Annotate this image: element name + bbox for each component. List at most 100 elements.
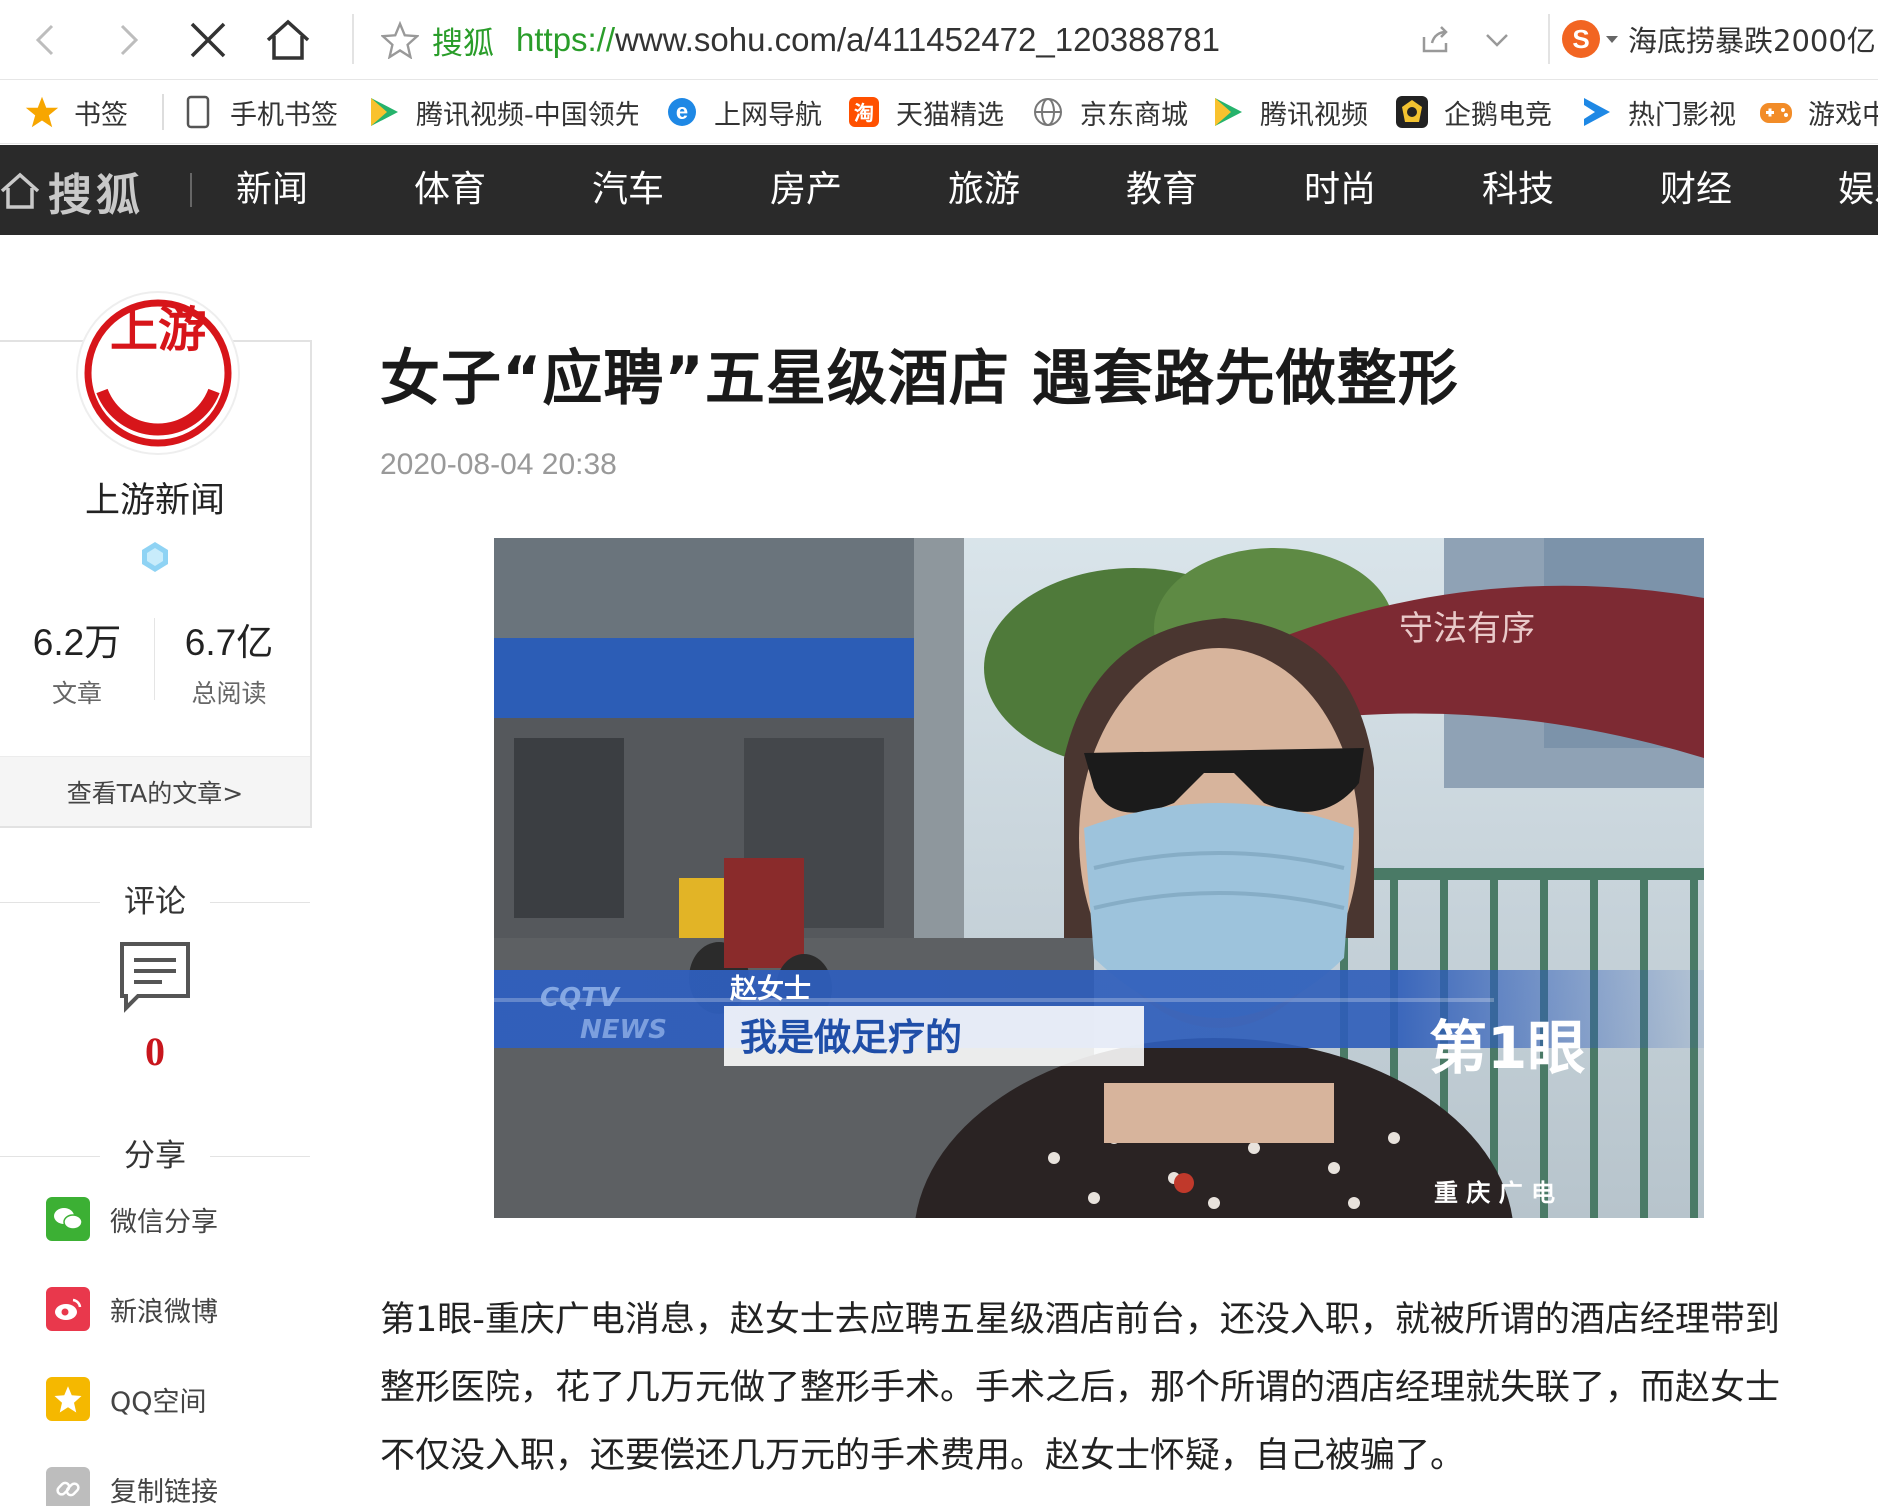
sohu-home-icon [0,172,40,209]
reads-count: 6.7亿 [184,622,274,663]
taobao-icon: 淘 [846,94,882,130]
chevron-down-icon[interactable] [1482,25,1512,55]
comment-icon[interactable] [118,940,192,1014]
divider [162,94,164,130]
bookmark-item[interactable]: 游戏中 [1758,90,1878,134]
news-tag-cqtv: CQTV [540,983,621,1013]
site-nav: 搜狐 新闻 体育 汽车 房产 旅游 教育 时尚 科技 财经 娱乐 [0,145,1878,235]
search-box[interactable]: S 海底捞暴跌2000亿 [1562,16,1876,62]
bookmark-label: 热门影视 [1628,99,1736,131]
bookmark-label: 腾讯视频-中国领先 [416,99,638,131]
share-title: 分享 [124,1138,186,1174]
bookmark-item[interactable]: 书签 [24,90,128,134]
ie-icon: e [664,94,700,130]
nav-item-education[interactable]: 教育 [1126,165,1198,215]
home-button[interactable] [256,8,320,72]
nav-item-travel[interactable]: 旅游 [948,165,1020,215]
bookmark-item[interactable]: 京东商城 [1030,90,1188,134]
share-heading: 分享 [0,1136,310,1176]
nav-item-sports[interactable]: 体育 [414,165,486,215]
nav-item-tech[interactable]: 科技 [1482,165,1554,215]
author-name[interactable]: 上游新闻 [0,472,310,523]
bookmark-item[interactable]: 手机书签 [180,90,338,134]
avatar[interactable]: 上游 [78,293,238,453]
phone-icon [180,94,216,130]
comments-heading: 评论 [0,882,310,922]
bookmark-item[interactable]: 腾讯视频 [1210,90,1368,134]
back-arrow-icon [35,24,54,56]
article-paragraph-line: 整形医院，花了几万元做了整形手术。手术之后，那个所谓的酒店经理就失联了，而赵女士 [380,1368,1781,1408]
article-title: 女子“应聘”五星级酒店 遇套路先做整形 [380,344,1459,414]
search-hot-text[interactable]: 海底捞暴跌2000亿 [1628,18,1876,60]
stop-button[interactable] [176,8,240,72]
reads-label: 总阅读 [191,679,267,708]
bookmark-label: 上网导航 [714,99,822,131]
umbrella-text: 守法有序 [1399,609,1535,649]
url-text[interactable]: https://www.sohu.com/a/411452472_1203887… [516,21,1220,59]
wechat-icon [46,1197,90,1241]
star-icon [24,94,60,130]
gamepad-icon [1758,94,1794,130]
articles-count: 6.2万 [32,622,122,663]
view-articles-link[interactable]: 查看TA的文章> [0,756,310,826]
bookmark-item[interactable]: 淘 天猫精选 [846,90,1004,134]
article-image: 守法有序 CQTV NEWS 赵女士 我是做足疗的 第1眼 重 庆 广 电 [494,538,1704,1218]
nav-item-news[interactable]: 新闻 [236,165,308,215]
forward-arrow-icon [120,24,139,56]
share-wechat[interactable]: 微信分享 [46,1196,218,1242]
close-icon [190,22,226,58]
bookmark-label: 京东商城 [1080,99,1188,131]
nav-item-finance[interactable]: 财经 [1660,165,1732,215]
stat-reads: 6.7亿 总阅读 [154,612,304,710]
bookmarks-bar: 书签 手机书签 腾讯视频-中国领先 e 上网导航 淘 天猫精选 京东商城 腾讯视… [0,80,1878,144]
sogou-icon[interactable]: S [1562,20,1600,58]
forward-button[interactable] [96,8,160,72]
bookmark-item[interactable]: 热门影视 [1578,90,1736,134]
qzone-star-icon [46,1377,90,1421]
avatar-logo-text: 上游 [109,302,206,358]
weibo-icon [46,1287,90,1331]
caret-down-icon[interactable] [1606,35,1618,43]
svg-text:e: e [676,99,688,124]
article-paragraph-line: 不仅没入职，还要偿还几万元的手术费用。赵女士怀疑，自己被骗了。 [380,1436,1466,1476]
nav-item-entertainment[interactable]: 娱乐 [1838,165,1878,215]
caption-name: 赵女士 [729,973,811,1005]
bookmark-label: 游戏中 [1808,99,1878,131]
article-date: 2020-08-04 20:38 [380,448,617,481]
article-paragraph-line: 第1眼-重庆广电消息，赵女士去应聘五星级酒店前台，还没入职，就被所谓的酒店经理带… [380,1300,1780,1340]
svg-text:淘: 淘 [854,101,874,125]
url-path: www.sohu.com/a/411452472_120388781 [615,21,1220,58]
bookmark-label: 企鹅电竞 [1444,99,1552,131]
nav-item-fashion[interactable]: 时尚 [1304,165,1376,215]
divider [1548,14,1550,64]
sohu-logo[interactable]: 搜狐 [0,163,144,221]
share-label: QQ空间 [110,1386,207,1418]
bookmark-item[interactable]: 企鹅电竞 [1394,90,1552,134]
news-still-photo: 守法有序 CQTV NEWS 赵女士 我是做足疗的 第1眼 重 庆 广 电 [494,538,1704,1218]
bookmark-item[interactable]: e 上网导航 [664,90,822,134]
bookmark-label: 腾讯视频 [1260,99,1368,131]
verified-badge-icon [142,542,168,572]
share-page-icon[interactable] [1418,23,1452,57]
nav-item-house[interactable]: 房产 [770,165,842,215]
back-button[interactable] [14,8,78,72]
bookmark-label: 手机书签 [230,99,338,131]
bookmark-item[interactable]: 腾讯视频-中国领先 [366,90,638,134]
play-icon [366,94,402,130]
divider [352,14,354,64]
bookmark-label: 天猫精选 [896,99,1004,131]
url-site-label: 搜狐 [432,25,494,62]
share-label: 微信分享 [110,1206,218,1238]
station-logo: 第1眼 [1429,1014,1585,1082]
articles-label: 文章 [51,679,102,708]
news-tag-news: NEWS [580,1015,667,1045]
bookmark-star-icon[interactable] [378,18,422,62]
bookmark-label: 书签 [74,99,128,131]
comment-count[interactable]: 0 [0,1028,310,1075]
nav-item-auto[interactable]: 汽车 [592,165,664,215]
share-qzone[interactable]: QQ空间 [46,1376,207,1422]
address-bar: 搜狐 https://www.sohu.com/a/411452472_1203… [0,0,1878,80]
share-weibo[interactable]: 新浪微博 [46,1286,218,1332]
share-copy-link[interactable]: 复制链接 [46,1466,218,1506]
url-field[interactable]: 搜狐 https://www.sohu.com/a/411452472_1203… [378,14,1488,66]
